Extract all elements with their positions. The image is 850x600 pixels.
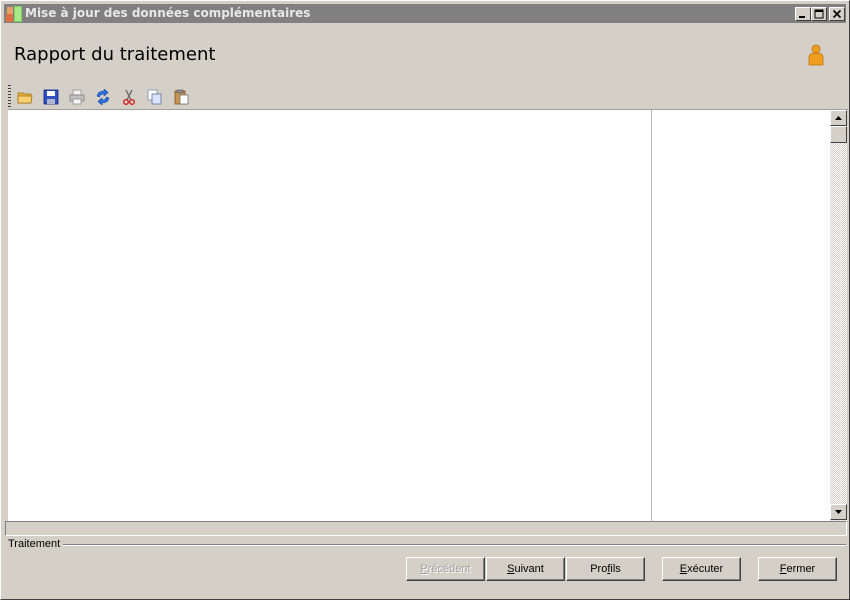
window-title: Mise à jour des données complémentaires — [25, 6, 311, 20]
page-title: Rapport du traitement — [14, 44, 216, 65]
report-panel — [8, 109, 848, 521]
copy-icon — [147, 89, 162, 105]
minimize-button[interactable] — [795, 7, 811, 21]
next-label: uivant — [514, 563, 544, 575]
scroll-up-button[interactable] — [830, 110, 847, 126]
app-icon — [6, 6, 22, 22]
close-label: ermer — [786, 563, 816, 575]
close-button[interactable] — [829, 7, 845, 21]
arrow-up-icon — [835, 116, 842, 120]
open-button[interactable] — [14, 87, 36, 107]
previous-label: récédent — [427, 563, 471, 575]
floppy-icon — [43, 89, 59, 105]
copy-button[interactable] — [144, 87, 166, 107]
report-side-panel[interactable] — [652, 110, 830, 521]
vertical-scrollbar[interactable] — [830, 110, 847, 521]
refresh-icon — [96, 89, 110, 105]
toolbar-grip[interactable] — [8, 85, 11, 109]
scroll-down-button[interactable] — [830, 504, 847, 520]
report-output-area[interactable] — [8, 110, 651, 521]
user-icon — [806, 44, 826, 66]
scissors-icon — [123, 89, 135, 105]
cut-button[interactable] — [118, 87, 140, 107]
main-window: Mise à jour des données complémentaires … — [0, 0, 850, 600]
folder-icon — [17, 92, 33, 104]
maximize-button[interactable] — [811, 7, 827, 21]
save-button[interactable] — [40, 87, 62, 107]
arrow-down-icon — [835, 510, 842, 514]
previous-mnemonic: P — [420, 563, 428, 575]
close-dialog-button[interactable]: Fermer — [758, 557, 837, 581]
paste-icon — [174, 89, 189, 105]
execute-button[interactable]: Exécuter — [662, 557, 741, 581]
group-separator — [63, 544, 846, 546]
refresh-button[interactable] — [92, 87, 114, 107]
next-button[interactable]: Suivant — [486, 557, 565, 581]
previous-button[interactable]: Précédent — [406, 557, 485, 581]
paste-button[interactable] — [170, 87, 192, 107]
title-bar[interactable]: Mise à jour des données complémentaires — [4, 4, 846, 23]
profiles-label-b: ils — [610, 563, 621, 575]
execute-label: xécuter — [687, 563, 724, 575]
minimize-icon — [799, 16, 805, 18]
close-icon — [832, 9, 842, 19]
close-mnemonic: F — [779, 563, 787, 575]
scroll-thumb[interactable] — [830, 126, 847, 143]
profiles-button[interactable]: Profils — [566, 557, 645, 581]
print-button[interactable] — [66, 87, 88, 107]
status-strip — [5, 521, 847, 536]
printer-icon — [69, 89, 85, 105]
maximize-icon — [814, 9, 824, 19]
profiles-label-a: Pro — [590, 563, 608, 575]
toolbar — [8, 85, 208, 109]
group-label: Traitement — [8, 538, 63, 550]
